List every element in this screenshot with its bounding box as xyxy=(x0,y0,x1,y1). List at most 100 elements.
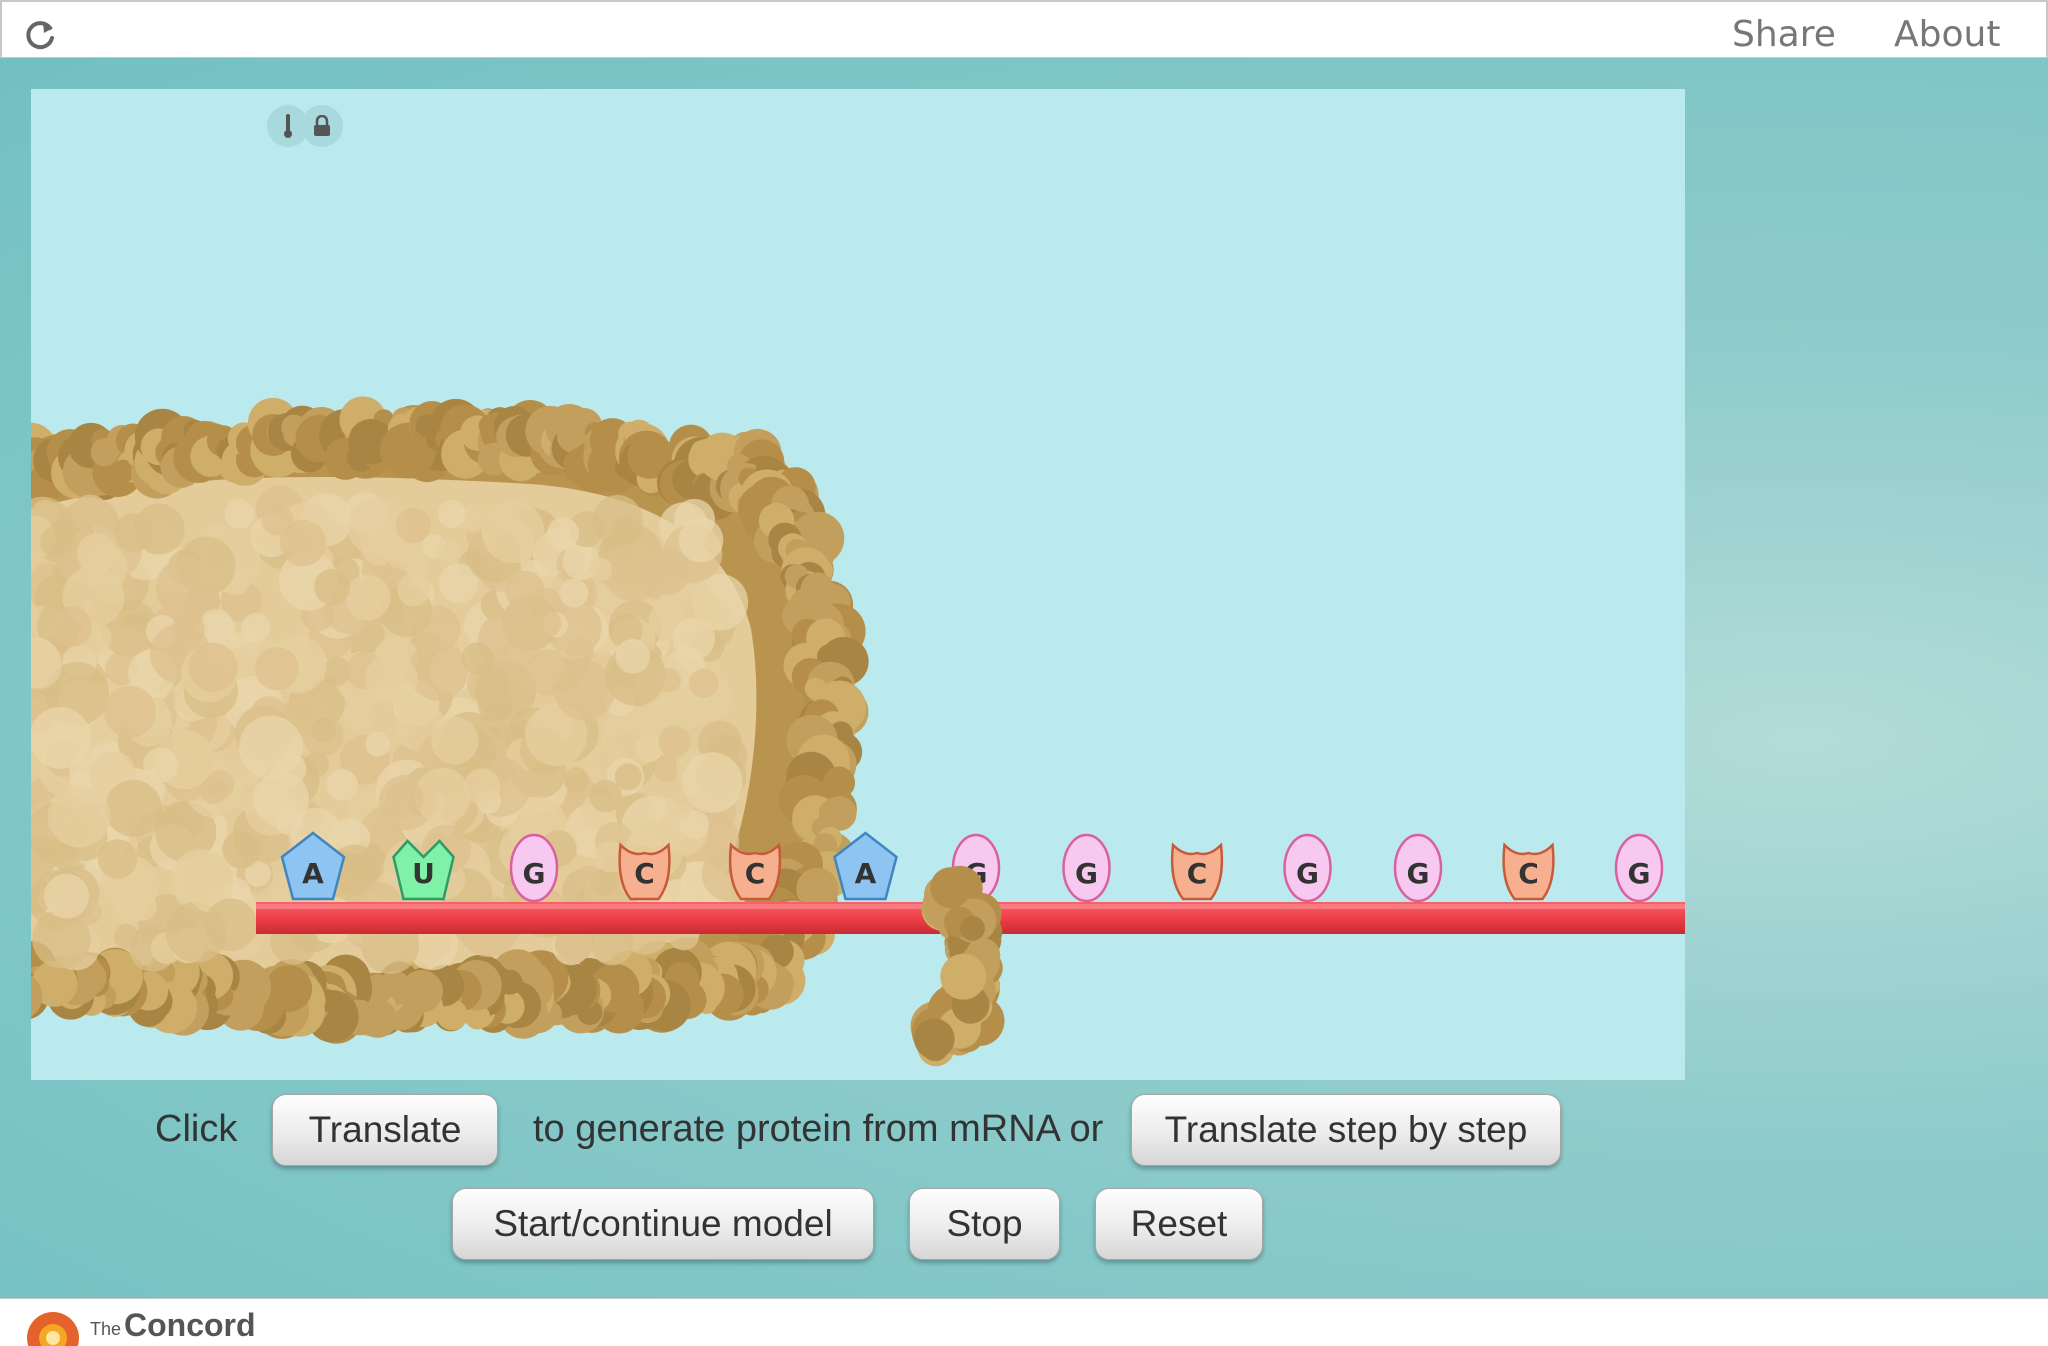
ribosome-blob xyxy=(47,784,111,848)
ribosome-blob xyxy=(408,640,469,701)
ribosome-blob xyxy=(241,613,271,642)
ribosome-blob xyxy=(171,613,205,647)
ribosome-blob xyxy=(525,649,572,696)
ribosome-blob xyxy=(665,793,693,821)
translate-button[interactable]: Translate xyxy=(272,1094,498,1166)
nucleotide-label: G xyxy=(1296,857,1319,890)
ribosome-blob xyxy=(51,606,92,647)
ribosome-blob xyxy=(80,543,128,591)
ribosome-blob xyxy=(397,573,431,607)
ribosome-blob xyxy=(128,892,158,921)
top-bar: Share About xyxy=(0,0,2048,58)
ribosome-blob xyxy=(588,557,613,582)
nucleotide-label: C xyxy=(1518,857,1539,890)
concord-flower-icon xyxy=(27,1312,79,1346)
ribosome-blob xyxy=(602,706,664,768)
translate-step-button[interactable]: Translate step by step xyxy=(1131,1094,1561,1166)
click-label: Click xyxy=(155,1108,238,1150)
ribosome-blob xyxy=(566,637,594,666)
ribosome-blob xyxy=(275,806,304,836)
nucleotide-label: G xyxy=(1075,857,1098,890)
ribosome-blob xyxy=(311,717,337,743)
logo-the: The xyxy=(90,1319,122,1339)
ribosome-blob xyxy=(672,617,716,661)
ribosome-blob xyxy=(342,698,375,731)
ribosome-blob xyxy=(261,504,294,536)
ribosome-blob xyxy=(614,763,642,791)
ribosome-blob xyxy=(222,830,261,869)
nucleotide-C: C xyxy=(1502,842,1555,901)
ribosome-blob xyxy=(930,867,972,909)
ribosome-blob xyxy=(71,494,110,533)
ribosome-blob xyxy=(461,642,495,676)
lock-icon xyxy=(314,115,330,136)
ribosome-blob xyxy=(188,642,238,692)
ribosome-blob xyxy=(90,438,119,467)
nucleotide-G: G xyxy=(1393,833,1443,903)
ribosome-blob xyxy=(818,798,849,829)
ribosome-blob xyxy=(688,668,719,698)
ribosome-blob xyxy=(658,725,691,758)
ribosome-blob xyxy=(385,779,424,819)
nucleotide-G: G xyxy=(1614,833,1664,903)
ribosome-small-subunit xyxy=(910,865,1005,1067)
ribosome-blob xyxy=(31,707,91,769)
nucleotide-label: C xyxy=(745,857,766,890)
ribosome-blob xyxy=(615,639,650,674)
share-link[interactable]: Share xyxy=(1732,14,1836,55)
ribosome-blob xyxy=(143,747,178,783)
nucleotide-label: U xyxy=(412,857,435,890)
ribosome-blob xyxy=(575,865,602,891)
nucleotide-G: G xyxy=(1062,833,1111,903)
ribosome-blob xyxy=(434,538,460,564)
model-canvas[interactable]: AUGCCAGGCGGCG xyxy=(31,89,1685,1080)
nucleotide-label: A xyxy=(302,857,324,890)
nucleotide-label: G xyxy=(1407,857,1430,890)
ribosome-blob xyxy=(44,873,89,919)
logo-name: Concord xyxy=(124,1307,256,1343)
ribosome-blob xyxy=(40,525,73,558)
ribosome-blob xyxy=(505,570,545,611)
ribosome-blob xyxy=(592,494,643,546)
canvas-tools xyxy=(267,105,347,147)
ribosome-blob xyxy=(563,767,589,793)
lock-button[interactable] xyxy=(301,105,343,147)
ribosome-blob xyxy=(437,500,466,529)
ribosome-blob xyxy=(200,776,228,805)
thermometer-icon xyxy=(284,114,292,138)
start-continue-button[interactable]: Start/continue model xyxy=(452,1188,874,1260)
ribosome-blob xyxy=(940,953,987,1000)
footer: The Concord xyxy=(0,1298,2048,1346)
ribosome-blob xyxy=(655,667,681,693)
about-link[interactable]: About xyxy=(1894,14,2000,55)
ribosome-blob xyxy=(204,898,258,952)
ribosome-blob xyxy=(481,500,545,564)
ribosome-blob xyxy=(114,513,154,552)
ribosome-blob xyxy=(365,731,391,757)
reset-button[interactable]: Reset xyxy=(1095,1188,1263,1260)
reload-button[interactable] xyxy=(22,16,60,54)
ribosome-blob xyxy=(314,568,351,605)
ribosome-blob xyxy=(463,768,501,805)
ribosome-blob xyxy=(104,779,162,837)
ribosome-blob xyxy=(643,547,691,595)
ribosome-blob xyxy=(559,578,589,608)
ribosome-blob xyxy=(589,779,623,813)
ribosome-blob xyxy=(326,768,359,801)
ribosome-blob xyxy=(303,752,329,778)
nucleotide-C: C xyxy=(728,842,782,901)
ribosome-blob xyxy=(546,517,580,550)
ribosome-blob xyxy=(255,646,299,691)
nucleotide-label: G xyxy=(1628,857,1651,890)
ribosome-blob xyxy=(224,499,255,529)
ribosome-blob xyxy=(238,715,303,780)
stop-button[interactable]: Stop xyxy=(909,1188,1060,1260)
ribosome-blob xyxy=(921,1033,949,1062)
ribosome-blob xyxy=(531,608,562,638)
ribosome-blob xyxy=(345,574,391,621)
nucleotide-G: G xyxy=(509,833,559,903)
reload-icon xyxy=(26,21,54,50)
ribosome-blob xyxy=(431,716,479,765)
main-area: AUGCCAGGCGGCG Click Translate to generat… xyxy=(0,58,2048,1298)
nucleotide-label: C xyxy=(1187,857,1208,890)
